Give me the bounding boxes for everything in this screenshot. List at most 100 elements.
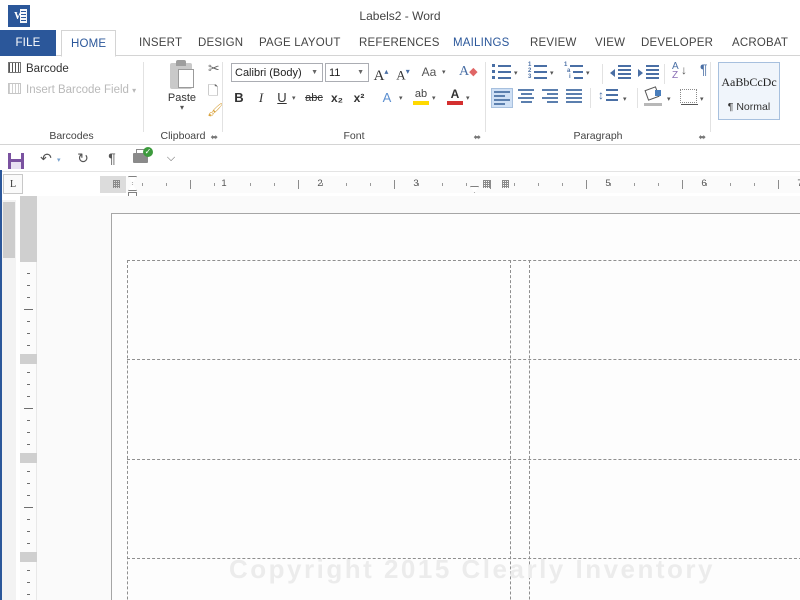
shading-icon[interactable]: [644, 86, 664, 106]
print-preview-button[interactable]: ✓: [133, 147, 153, 166]
tab-file[interactable]: FILE: [0, 30, 56, 56]
chevron-down-icon[interactable]: ▾: [700, 95, 704, 103]
clear-formatting-icon[interactable]: A◆: [459, 62, 478, 82]
ribbon-tabstrip: FILE HOME INSERT DESIGN PAGE LAYOUT REFE…: [0, 30, 800, 57]
ruler-number: 6: [701, 178, 707, 189]
chevron-down-icon[interactable]: ▾: [292, 94, 296, 102]
table-gridline-v: [127, 260, 128, 600]
chevron-down-icon[interactable]: ▾: [550, 69, 554, 77]
tab-marker[interactable]: [483, 180, 490, 188]
customize-toolbar-button[interactable]: ⌵: [160, 148, 182, 169]
ribbon: Barcode Insert Barcode Field ▾ Barcodes …: [0, 56, 800, 145]
labels-table[interactable]: [112, 214, 800, 600]
bold-button[interactable]: B: [231, 88, 247, 108]
first-line-indent-marker[interactable]: [128, 176, 137, 183]
shrink-font-letter: A: [396, 67, 406, 83]
scrollbar-thumb[interactable]: [3, 202, 15, 258]
tab-marker[interactable]: [113, 180, 120, 188]
chevron-down-icon[interactable]: ▼: [357, 64, 364, 82]
ribbon-group-clipboard: Paste ▾ ✂ 🗋 🖌 Clipboard ⬌: [144, 56, 224, 145]
sort-icon[interactable]: A Z ↓: [672, 62, 687, 81]
barcode-button[interactable]: Barcode: [8, 62, 69, 75]
tab-view[interactable]: VIEW: [586, 30, 634, 56]
document-canvas[interactable]: Copyright 2015 Clearly Inventory: [37, 196, 800, 600]
text-highlight-icon[interactable]: ab: [411, 88, 431, 105]
underline-button[interactable]: U: [274, 88, 290, 108]
redo-button[interactable]: ↻: [72, 148, 94, 169]
vertical-ruler[interactable]: [20, 196, 37, 600]
document-page[interactable]: Copyright 2015 Clearly Inventory: [111, 213, 800, 600]
paragraph-dialog-launcher[interactable]: ⬌: [698, 133, 706, 142]
insert-barcode-field-button[interactable]: Insert Barcode Field ▾: [8, 83, 136, 96]
tab-page-layout[interactable]: PAGE LAYOUT: [250, 30, 350, 56]
ruler-number: 5: [605, 178, 611, 189]
chevron-down-icon[interactable]: ▾: [623, 95, 627, 103]
font-dialog-launcher[interactable]: ⬌: [473, 133, 481, 142]
scissors-icon[interactable]: ✂: [208, 60, 220, 77]
chevron-down-icon[interactable]: ▾: [399, 94, 403, 102]
chevron-down-icon[interactable]: ▾: [158, 104, 206, 112]
superscript-button[interactable]: x²: [349, 88, 369, 108]
barcode-label: Barcode: [26, 63, 69, 75]
table-gridline-v: [529, 260, 530, 600]
show-paragraph-marks-icon[interactable]: ¶: [700, 61, 708, 77]
ribbon-group-font: Calibri (Body) ▼ 11 ▼ A▴ A▾ Aa ▾ A◆ B I …: [223, 56, 485, 145]
ribbon-group-barcodes: Barcode Insert Barcode Field ▾ Barcodes: [0, 56, 143, 145]
style-name: ¶: [785, 101, 800, 113]
undo-button[interactable]: ↶: [35, 148, 57, 169]
style-sample: A: [785, 75, 800, 90]
align-left-button[interactable]: [491, 88, 513, 108]
style-sample: AaBbCcDc: [721, 75, 777, 89]
table-gridline-v: [510, 260, 511, 600]
font-size-combobox[interactable]: 11 ▼: [325, 63, 369, 82]
clipboard-dialog-launcher[interactable]: ⬌: [210, 133, 218, 142]
font-name-combobox[interactable]: Calibri (Body) ▼: [231, 63, 323, 82]
chevron-down-icon[interactable]: ▾: [442, 68, 446, 76]
chevron-down-icon[interactable]: ▼: [311, 64, 318, 82]
paste-button[interactable]: Paste ▾: [158, 60, 206, 112]
tab-mailings[interactable]: MAILINGS: [444, 30, 519, 56]
save-button[interactable]: [3, 148, 25, 169]
font-color-icon[interactable]: A: [445, 88, 465, 105]
borders-icon[interactable]: [680, 89, 698, 105]
insert-barcode-field-label: Insert Barcode Field: [26, 84, 129, 96]
chevron-down-icon[interactable]: ▾: [514, 69, 518, 77]
horizontal-ruler[interactable]: 1 2 3 4 5 6 7: [100, 176, 800, 200]
vertical-scrollbar[interactable]: [2, 200, 16, 600]
tab-stop-selector[interactable]: L: [3, 174, 23, 194]
show-paragraph-marks-button[interactable]: ¶: [101, 148, 123, 169]
right-indent-marker[interactable]: [470, 186, 479, 193]
tab-home[interactable]: HOME: [61, 30, 117, 57]
chevron-down-icon[interactable]: ▾: [132, 86, 136, 95]
chevron-down-icon[interactable]: ▾: [466, 94, 470, 102]
change-case-button[interactable]: Aa: [417, 62, 441, 82]
tab-review[interactable]: REVIEW: [521, 30, 586, 56]
tab-insert[interactable]: INSERT: [130, 30, 191, 56]
chevron-down-icon[interactable]: ▾: [432, 94, 436, 102]
ruler-number: 3: [413, 178, 419, 189]
barcode-icon: [8, 62, 21, 73]
tab-acrobat[interactable]: ACROBAT: [723, 30, 797, 56]
tab-references[interactable]: REFERENCES: [350, 30, 449, 56]
check-icon: ✓: [143, 147, 153, 157]
text-effects-icon[interactable]: A: [378, 88, 396, 108]
subscript-button[interactable]: x₂: [327, 88, 347, 108]
tab-developer[interactable]: DEVELOPER: [632, 30, 722, 56]
style-name: ¶ Normal: [727, 101, 771, 113]
strikethrough-button[interactable]: abc: [303, 88, 325, 108]
chevron-down-icon[interactable]: ▾: [586, 69, 590, 77]
hanging-indent-marker[interactable]: [128, 184, 137, 191]
shrink-font-button[interactable]: A▾: [393, 62, 413, 82]
style-item-normal[interactable]: AaBbCcDc ¶ Normal: [718, 62, 780, 120]
copy-icon[interactable]: 🗋: [208, 82, 218, 104]
chevron-down-icon[interactable]: ▾: [667, 95, 671, 103]
style-item-2[interactable]: A ¶: [784, 62, 800, 120]
italic-button[interactable]: I: [253, 88, 269, 108]
tab-design[interactable]: DESIGN: [189, 30, 252, 56]
grow-font-button[interactable]: A▴: [371, 62, 391, 84]
save-icon: [8, 153, 24, 169]
chevron-down-icon[interactable]: ▾: [57, 156, 61, 164]
ribbon-group-styles: AaBbCcDc ¶ Normal A ¶: [711, 56, 800, 145]
paste-icon: [169, 60, 195, 90]
tab-marker[interactable]: [502, 180, 509, 188]
